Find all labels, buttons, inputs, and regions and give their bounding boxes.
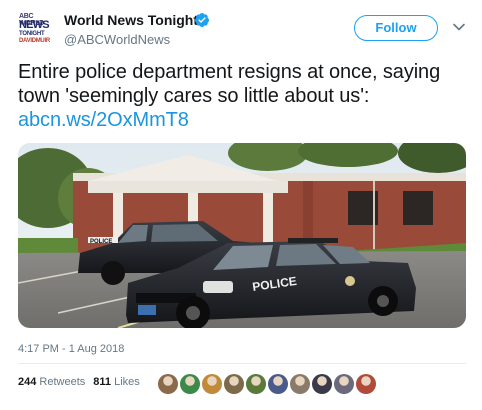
tweet-body: Entire police department resigns at once…	[18, 61, 441, 107]
liker-avatar[interactable]	[268, 374, 288, 394]
account-handle[interactable]: @ABCWorldNews	[64, 32, 170, 47]
tweet-link[interactable]: abcn.ws/2OxMmT8	[18, 109, 189, 131]
likes-label[interactable]: Likes	[114, 376, 140, 388]
tweet-stats: 244 Retweets 811 Likes	[18, 376, 140, 388]
verified-badge-icon	[194, 13, 209, 27]
account-name[interactable]: World News Tonight	[64, 12, 198, 28]
logo-line-2: NEWS	[19, 19, 50, 31]
tweet-timestamp[interactable]: 4:17 PM - 1 Aug 2018	[18, 343, 124, 355]
account-avatar[interactable]: ABC WORLD NEWS TONIGHT DAVIDMUIR	[18, 11, 54, 47]
liker-avatar[interactable]	[180, 374, 200, 394]
liker-avatar[interactable]	[158, 374, 178, 394]
police-station-image: POLICE POLICE	[18, 143, 466, 328]
rear-car-label: POLICE	[90, 239, 112, 245]
tweet-text: Entire police department resigns at once…	[18, 60, 474, 132]
stats-divider	[18, 363, 466, 364]
retweets-label[interactable]: Retweets	[39, 376, 85, 388]
tweet-card: ABC WORLD NEWS TONIGHT DAVIDMUIR World N…	[0, 0, 482, 410]
retweets-count[interactable]: 244	[18, 376, 36, 388]
liker-avatar[interactable]	[290, 374, 310, 394]
logo-line-3: TONIGHT	[19, 31, 45, 37]
liker-avatar[interactable]	[224, 374, 244, 394]
liker-avatar[interactable]	[312, 374, 332, 394]
liker-avatar[interactable]	[356, 374, 376, 394]
chevron-down-icon[interactable]	[452, 20, 466, 34]
follow-button[interactable]: Follow	[354, 15, 438, 41]
likes-count[interactable]: 811	[93, 376, 111, 388]
liker-avatar[interactable]	[334, 374, 354, 394]
logo-line-4: DAVIDMUIR	[19, 38, 50, 44]
liker-avatar[interactable]	[246, 374, 266, 394]
liker-avatar[interactable]	[202, 374, 222, 394]
tweet-photo[interactable]: POLICE POLICE	[18, 143, 466, 328]
